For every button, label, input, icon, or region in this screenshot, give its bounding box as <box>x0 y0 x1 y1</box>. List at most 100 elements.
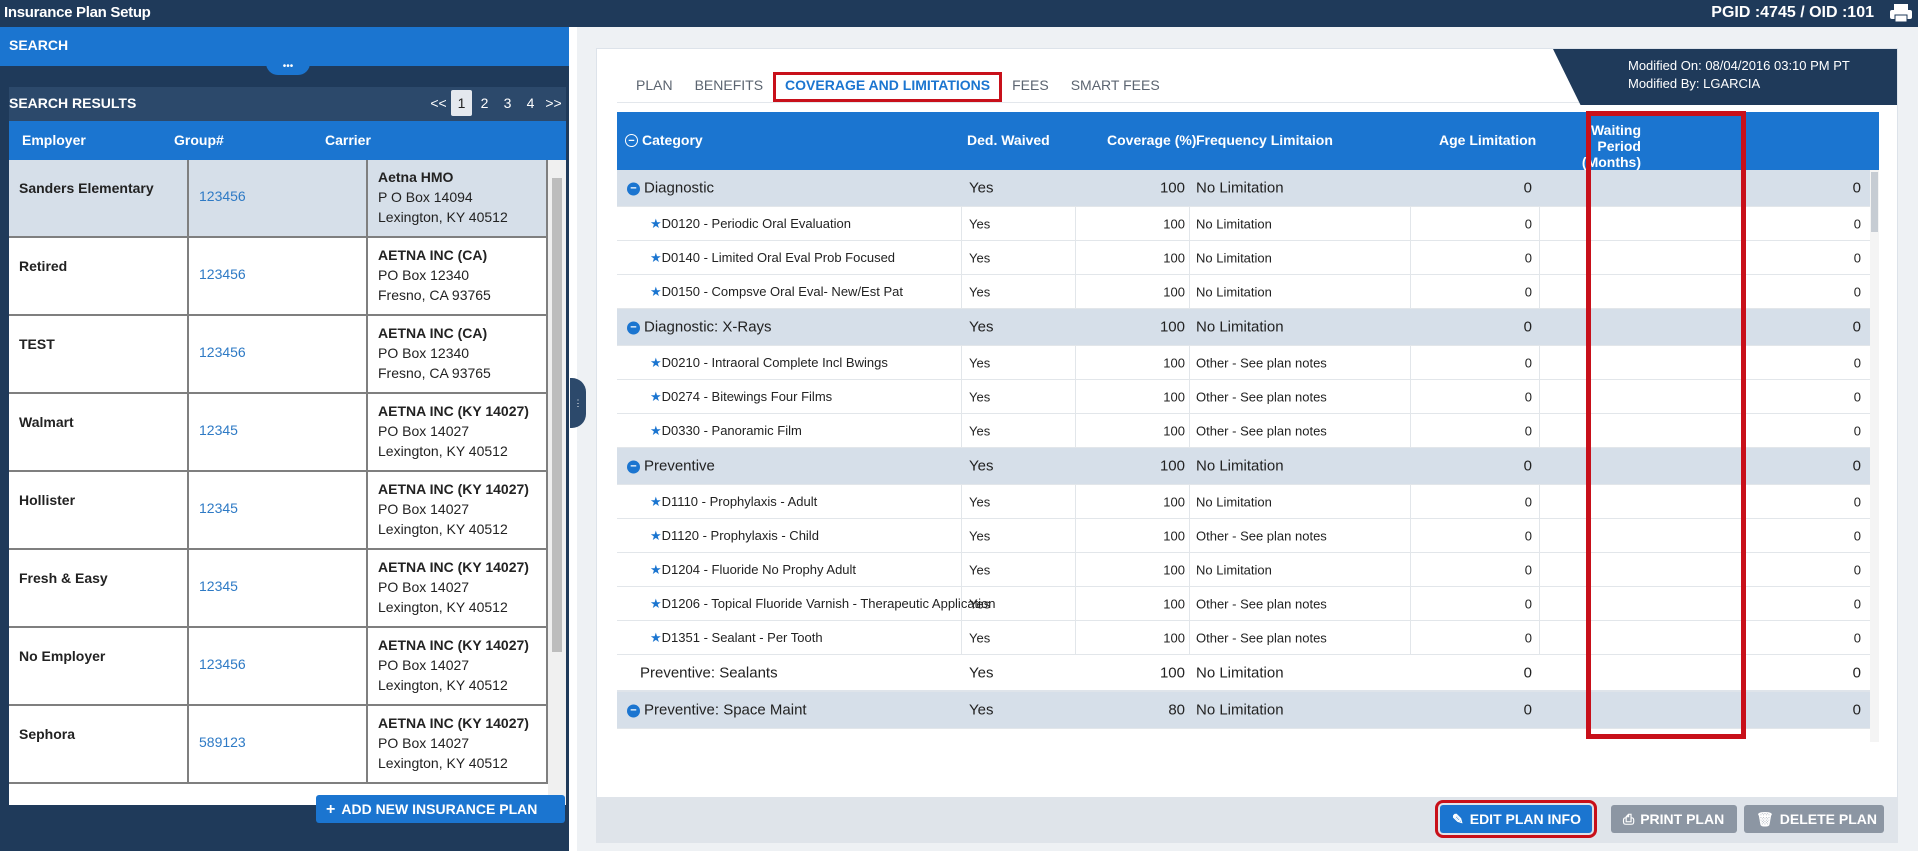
age-limitation-cell: 0 <box>1523 318 1532 336</box>
procedure-name: ★D0330 - Panoramic Film <box>650 423 802 439</box>
cell-divider <box>1189 621 1190 654</box>
category-name[interactable]: − Preventive <box>627 458 715 475</box>
ded-waived-cell: Yes <box>969 355 991 370</box>
minus-circle-icon[interactable]: − <box>627 704 640 718</box>
col-category[interactable]: − Category <box>625 132 703 148</box>
category-name[interactable]: − Preventive: Space Maint <box>627 702 807 719</box>
print-plan-button[interactable]: ⎙ PRINT PLAN <box>1611 805 1737 833</box>
group-link[interactable]: 123456 <box>189 316 368 392</box>
results-scrollbar[interactable] <box>548 160 566 805</box>
coverage-scroll-thumb[interactable] <box>1871 172 1878 232</box>
cell-divider <box>1189 346 1190 379</box>
ded-waived-cell: Yes <box>969 179 994 197</box>
waiting-period-cell: 0 <box>1852 318 1861 336</box>
minus-circle-icon[interactable]: − <box>627 321 640 335</box>
page-1[interactable]: 1 <box>451 90 472 116</box>
cell-divider <box>1410 587 1411 620</box>
page-3[interactable]: 3 <box>497 90 518 116</box>
age-limitation-cell: 0 <box>1524 355 1532 370</box>
tab-plan[interactable]: PLAN <box>625 73 684 101</box>
employer-cell: Fresh & Easy <box>9 550 189 626</box>
cell-divider <box>1075 241 1076 274</box>
col-group[interactable]: Group# <box>174 132 224 148</box>
group-link[interactable]: 123456 <box>189 238 368 314</box>
group-link[interactable]: 12345 <box>189 472 368 548</box>
procedure-label: D1206 - Topical Fluoride Varnish - Thera… <box>661 595 996 611</box>
group-link[interactable]: 123456 <box>189 628 368 704</box>
table-row[interactable]: Fresh & Easy 12345 AETNA INC (KY 14027) PO … <box>9 550 566 628</box>
carrier-address-2: Lexington, KY 40512 <box>378 755 508 771</box>
page-last[interactable]: >> <box>543 90 564 116</box>
col-coverage[interactable]: Coverage (%) <box>1107 132 1196 148</box>
carrier-cell: AETNA INC (KY 14027) PO Box 14027 Lexingto… <box>368 472 548 548</box>
cell-divider <box>1189 414 1190 447</box>
waiting-period-cell: 0 <box>1852 457 1861 475</box>
print-button-label: PRINT PLAN <box>1640 811 1725 827</box>
table-row[interactable]: Sanders Elementary 123456 Aetna HMO P O Box… <box>9 160 566 238</box>
age-limitation-cell: 0 <box>1524 423 1532 438</box>
carrier-address-2: Lexington, KY 40512 <box>378 521 508 537</box>
plan-ids: PGID :4745 / OID :101 <box>1711 4 1874 21</box>
ded-waived-cell: Yes <box>969 318 994 336</box>
carrier-name: AETNA INC (KY 14027) <box>378 637 529 653</box>
tab-coverage-and-limitations[interactable]: COVERAGE AND LIMITATIONS <box>773 72 1003 102</box>
waiting-period-cell: 0 <box>1853 596 1861 611</box>
page-4[interactable]: 4 <box>520 90 541 116</box>
cell-divider <box>1539 346 1540 379</box>
procedure-name: ★D0274 - Bitewings Four Films <box>650 389 832 405</box>
search-results-title: SEARCH RESULTS <box>9 95 137 111</box>
tab-smart-fees[interactable]: SMART FEES <box>1060 73 1171 101</box>
cell-divider <box>1075 553 1076 586</box>
carrier-cell: AETNA INC (CA) PO Box 12340 Fresno, CA 937… <box>368 238 548 314</box>
minus-circle-icon[interactable]: − <box>627 460 640 474</box>
carrier-name: AETNA INC (KY 14027) <box>378 715 529 731</box>
coverage-cell: 80 <box>1168 701 1185 719</box>
coverage-scrollbar[interactable] <box>1870 170 1879 742</box>
waiting-period-cell: 0 <box>1853 389 1861 404</box>
group-link[interactable]: 123456 <box>189 160 368 236</box>
splitter[interactable] <box>569 27 577 851</box>
table-row[interactable]: No Employer 123456 AETNA INC (KY 14027) PO … <box>9 628 566 706</box>
col-carrier[interactable]: Carrier <box>325 132 371 148</box>
age-limitation-cell: 0 <box>1523 179 1532 197</box>
frequency-cell: Other - See plan notes <box>1196 389 1327 404</box>
edit-plan-info-button[interactable]: ✎ EDIT PLAN INFO <box>1435 800 1597 838</box>
category-label: Diagnostic <box>644 179 715 197</box>
group-link[interactable]: 589123 <box>189 706 368 782</box>
table-row[interactable]: Walmart 12345 AETNA INC (KY 14027) PO Box 1… <box>9 394 566 472</box>
page-first[interactable]: << <box>428 90 449 116</box>
splitter-handle[interactable]: ⋮ <box>570 378 586 428</box>
tab-benefits[interactable]: BENEFITS <box>684 73 774 101</box>
ded-waived-cell: Yes <box>969 562 991 577</box>
results-scroll-thumb[interactable] <box>552 178 562 652</box>
group-link[interactable]: 12345 <box>189 550 368 626</box>
table-row[interactable]: Hollister 12345 AETNA INC (KY 14027) PO Box… <box>9 472 566 550</box>
carrier-address-1: PO Box 14027 <box>378 735 470 751</box>
star-icon: ★ <box>650 354 662 370</box>
tab-fees[interactable]: FEES <box>1001 73 1060 101</box>
category-name[interactable]: − Diagnostic: X-Rays <box>627 319 772 336</box>
minus-circle-icon[interactable]: − <box>627 182 640 196</box>
cell-divider <box>1189 275 1190 308</box>
procedure-name: ★D1206 - Topical Fluoride Varnish - Ther… <box>650 596 996 612</box>
page-2[interactable]: 2 <box>474 90 495 116</box>
col-frequency[interactable]: Frequency Limitaion <box>1196 132 1333 148</box>
ded-waived-cell: Yes <box>969 457 994 475</box>
delete-plan-button[interactable]: 🗑 DELETE PLAN <box>1744 805 1884 833</box>
cell-divider <box>1539 275 1540 308</box>
col-category-label: Category <box>642 132 703 148</box>
printer-icon[interactable] <box>1888 3 1914 23</box>
table-row[interactable]: Retired 123456 AETNA INC (CA) PO Box 12340 F… <box>9 238 566 316</box>
group-link[interactable]: 12345 <box>189 394 368 470</box>
add-new-insurance-plan-button[interactable]: + ADD NEW INSURANCE PLAN <box>316 795 565 823</box>
category-name[interactable]: − Diagnostic <box>627 180 714 197</box>
col-age-limitation[interactable]: Age Limitation <box>1439 132 1536 148</box>
table-row[interactable]: Sephora 589123 AETNA INC (KY 14027) PO Box … <box>9 706 566 784</box>
cell-divider <box>1075 485 1076 518</box>
coverage-cell: 100 <box>1163 562 1185 577</box>
col-ded-waived[interactable]: Ded. Waived <box>967 132 1050 148</box>
collapse-search-handle[interactable]: ••• <box>266 62 310 75</box>
table-row[interactable]: TEST 123456 AETNA INC (CA) PO Box 12340 Fres… <box>9 316 566 394</box>
cell-divider <box>1189 553 1190 586</box>
col-employer[interactable]: Employer <box>22 132 86 148</box>
